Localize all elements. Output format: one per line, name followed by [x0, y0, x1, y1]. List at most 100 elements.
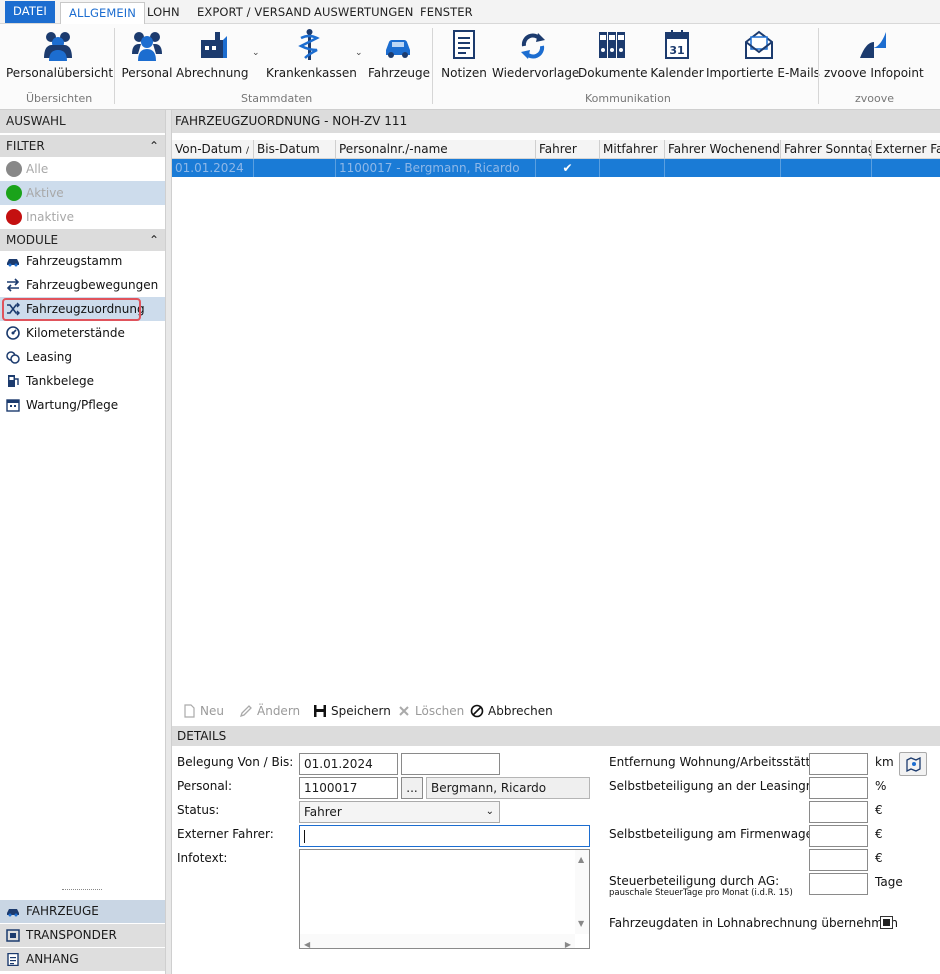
filter-header[interactable]: FILTER ⌃ [0, 135, 165, 157]
bottom-nav-anhang[interactable]: ANHANG [0, 948, 165, 971]
menu-tab-lohn[interactable]: LOHN [139, 2, 188, 24]
neu-button[interactable]: Neu [182, 700, 224, 722]
fahrzeuge-button[interactable]: Fahrzeuge [368, 28, 430, 88]
infotext-textarea[interactable]: ▲ ▼ ◀ ▶ [299, 849, 590, 949]
column-header-fahrer-sonntag[interactable]: Fahrer Sonntag [781, 140, 872, 159]
belegung-von-field[interactable]: 01.01.2024 [299, 753, 398, 775]
wiedervorlage-button[interactable]: Wiedervorlage [492, 28, 579, 88]
column-header-mitfahrer[interactable]: Mitfahrer [600, 140, 665, 159]
module-item-fahrzeugbewegungen[interactable]: Fahrzeugbewegungen [0, 273, 165, 297]
grid-header: Von-Datum / Bis-Datum Personalnr./-name … [172, 140, 940, 159]
abrechnung-button[interactable]: Abrechnung [176, 28, 249, 88]
save-disk-icon [314, 705, 326, 717]
bottom-nav-fahrzeuge[interactable]: FAHRZEUGE [0, 900, 165, 923]
personal-button[interactable]: Personal [120, 28, 174, 88]
belegung-bis-field[interactable] [401, 753, 500, 775]
bottom-nav-transponder[interactable]: TRANSPONDER [0, 924, 165, 947]
people-group-icon [44, 32, 72, 61]
vertical-scrollbar[interactable]: ▲ ▼ [575, 850, 589, 934]
filter-item-aktive[interactable]: Aktive [0, 181, 165, 205]
notizen-button[interactable]: Notizen [440, 28, 488, 88]
factory-icon [201, 32, 227, 58]
cell-fahrer-wochenende [665, 159, 781, 177]
checkbox-fill [883, 919, 890, 926]
menu-tab-datei[interactable]: DATEI [5, 1, 55, 23]
krankenkassen-button[interactable]: Krankenkassen [266, 28, 357, 88]
firmenwagen-euro-unit-2: € [875, 851, 883, 865]
leasing-percent-field[interactable] [809, 777, 868, 799]
module-item-leasing[interactable]: Leasing [0, 345, 165, 369]
column-header-externer-fahrer[interactable]: Externer Fahrer [872, 140, 940, 159]
scroll-left-icon[interactable]: ◀ [304, 935, 310, 955]
filter-item-inaktive[interactable]: Inaktive [0, 205, 165, 229]
menu-tab-fenster[interactable]: FENSTER [412, 2, 481, 24]
cell-von-datum: 01.01.2024 [172, 159, 254, 177]
fahrzeuge-label: Fahrzeuge [368, 66, 430, 80]
scroll-up-icon[interactable]: ▲ [578, 850, 584, 870]
personal-name-field: Bergmann, Ricardo [426, 777, 590, 799]
grid-body[interactable] [172, 177, 940, 692]
column-header-von-datum[interactable]: Von-Datum / [172, 140, 254, 159]
personal-lookup-button[interactable]: ... [401, 777, 423, 799]
importierte-emails-button[interactable]: Importierte E-Mails [706, 28, 820, 88]
horizontal-scrollbar[interactable]: ◀ ▶ [300, 934, 575, 949]
externer-fahrer-field[interactable] [299, 825, 590, 847]
entfernung-field[interactable] [809, 753, 868, 775]
module-item-wartung-pflege[interactable]: Wartung/Pflege [0, 393, 165, 417]
column-header-personal[interactable]: Personalnr./-name [336, 140, 536, 159]
module-header[interactable]: MODULE ⌃ [0, 229, 165, 251]
column-header-bis-datum[interactable]: Bis-Datum [254, 140, 336, 159]
collapse-chevron-icon[interactable]: ⌃ [149, 135, 159, 157]
scroll-down-icon[interactable]: ▼ [578, 914, 584, 934]
speichern-button[interactable]: Speichern [313, 700, 391, 722]
auswahl-header: AUSWAHL [0, 110, 165, 133]
aendern-button[interactable]: Ändern [239, 700, 300, 722]
abrechnung-dropdown-chevron-icon[interactable]: ⌄ [252, 48, 260, 58]
firmenwagen-euro-field-2[interactable] [809, 849, 868, 871]
neu-label: Neu [200, 704, 224, 718]
personal-nr-field[interactable]: 1100017 [299, 777, 398, 799]
lohn-checkbox[interactable] [880, 916, 893, 929]
column-header-fahrer-wochenende[interactable]: Fahrer Wochenende [665, 140, 781, 159]
group-label-stammdaten: Stammdaten [241, 92, 313, 105]
filter-item-alle[interactable]: Alle [0, 157, 165, 181]
cell-bis-datum [254, 159, 336, 177]
zvoove-infopoint-button[interactable]: zvoove Infopoint [824, 28, 924, 88]
chevron-down-icon: ⌄ [485, 806, 494, 817]
dokumente-button[interactable]: Dokumente [578, 28, 648, 88]
red-status-dot-icon [6, 209, 22, 225]
loeschen-button[interactable]: Löschen [397, 700, 464, 722]
collapse-chevron-icon[interactable]: ⌃ [149, 229, 159, 251]
krankenkassen-dropdown-chevron-icon[interactable]: ⌄ [355, 48, 363, 58]
left-panel: AUSWAHL FILTER ⌃ Alle Aktive Inaktive MO… [0, 110, 166, 974]
shuffle-icon [7, 302, 20, 316]
menu-tab-export-versand[interactable]: EXPORT / VERSAND [189, 2, 319, 24]
firmenwagen-euro-field[interactable] [809, 825, 868, 847]
map-route-button[interactable] [899, 752, 927, 776]
leasing-euro-unit: € [875, 803, 883, 817]
grey-status-dot-icon [6, 161, 22, 177]
menu-tab-auswertungen[interactable]: AUSWERTUNGEN [306, 2, 421, 24]
menu-tab-allgemein[interactable]: ALLGEMEIN [60, 2, 145, 25]
scroll-right-icon[interactable]: ▶ [565, 935, 571, 955]
table-row[interactable]: 01.01.2024 1100017 - Bergmann, Ricardo ✔ [172, 159, 940, 177]
module-item-kilometerstaende[interactable]: Kilometerstände [0, 321, 165, 345]
column-label: Von-Datum [175, 142, 243, 156]
module-item-fahrzeugzuordnung[interactable]: Fahrzeugzuordnung [0, 297, 165, 321]
column-header-fahrer[interactable]: Fahrer [536, 140, 600, 159]
speichern-label: Speichern [331, 704, 391, 718]
loeschen-label: Löschen [415, 704, 465, 718]
module-item-tankbelege[interactable]: Tankbelege [0, 369, 165, 393]
personaluebersicht-button[interactable]: Personalübersicht [6, 28, 113, 88]
status-select[interactable]: Fahrer ⌄ [299, 801, 500, 823]
steuer-tage-field[interactable] [809, 873, 868, 895]
kalender-button[interactable]: 31 Kalender [650, 28, 704, 88]
ribbon-separator [114, 28, 115, 104]
resize-grip[interactable] [62, 889, 102, 893]
module-label: Wartung/Pflege [26, 398, 119, 412]
entfernung-unit: km [875, 755, 894, 769]
abbrechen-button[interactable]: Abbrechen [470, 700, 553, 722]
module-item-fahrzeugstamm[interactable]: Fahrzeugstamm [0, 249, 165, 273]
leasing-euro-field[interactable] [809, 801, 868, 823]
bottom-nav-label: ANHANG [26, 952, 79, 966]
